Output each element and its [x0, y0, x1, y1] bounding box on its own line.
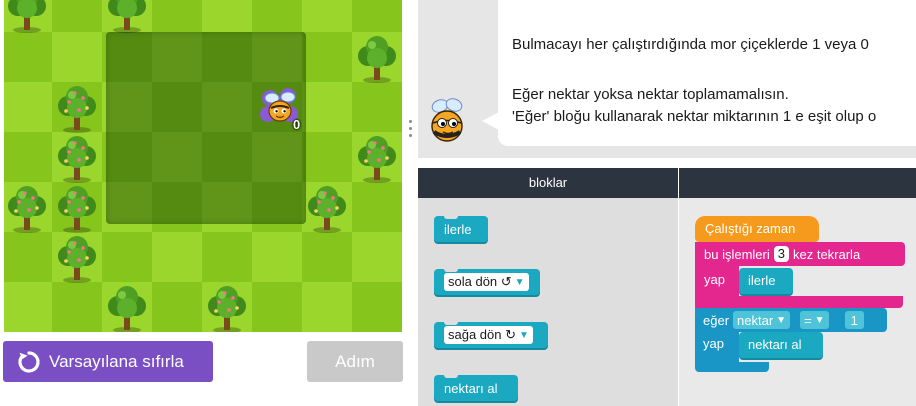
instruction-line-2: Eğer nektar yoksa nektar toplamamalısın. [512, 86, 789, 103]
grass-cell [302, 0, 352, 32]
tree-icon [58, 186, 96, 233]
grass-cell [252, 232, 302, 282]
bee-icon [431, 98, 463, 142]
grass-cell [52, 32, 102, 82]
grass-cell [252, 0, 302, 32]
grass-cell [352, 282, 402, 332]
nectar-counter: 0 [293, 117, 301, 132]
repeat-do-label: yap [695, 266, 739, 296]
grass-cell [302, 82, 352, 132]
triangle-down-icon: ▼ [519, 329, 529, 341]
reset-button-label: Varsayılana sıfırla [49, 351, 184, 371]
grass-cell [4, 32, 52, 82]
grass-cell [152, 232, 202, 282]
step-button-label: Adım [335, 351, 375, 371]
tree-icon [108, 0, 146, 33]
refresh-icon [18, 350, 40, 373]
triangle-down-icon: ▼ [814, 314, 825, 326]
grass-cell [302, 232, 352, 282]
grass-cell [152, 282, 202, 332]
grass-cell [4, 232, 52, 282]
instruction-line-1: Bulmacayı her çalıştırdığında mor çiçekl… [512, 36, 869, 53]
repeat-count-field[interactable]: 3 [773, 246, 789, 262]
tree-icon [358, 36, 396, 83]
grass-cell [302, 282, 352, 332]
grass-cell [352, 182, 402, 232]
triangle-down-icon: ▼ [776, 314, 787, 326]
block-label: nektarı al [444, 380, 498, 396]
turn-direction-dropdown[interactable]: sola dön ↺ ▼ [444, 273, 529, 291]
dropdown-value: sağa dön ↻ [448, 327, 516, 342]
grass-cell [52, 282, 102, 332]
if-do-label: yap [695, 332, 739, 362]
dropdown-value: sola dön ↺ [448, 274, 512, 289]
toolbox-header: bloklar [418, 168, 678, 198]
toolbox-collect-nectar-block[interactable]: nektarı al [434, 374, 518, 401]
grass-cell [4, 82, 52, 132]
grass-cell [102, 232, 152, 282]
tree-icon [58, 236, 96, 283]
tree-icon [108, 286, 146, 332]
dropdown-value: = [804, 312, 812, 328]
block-label: ilerle [444, 221, 472, 237]
grass-cell [4, 282, 52, 332]
tree-icon [8, 186, 46, 233]
triangle-down-icon: ▼ [514, 276, 525, 288]
turn-direction-dropdown[interactable]: sağa dön ↻ ▼ [444, 326, 533, 344]
repeat-block[interactable]: bu işlemleri 3 kez tekrarla [695, 242, 905, 266]
grass-cell [302, 32, 352, 82]
dropdown-value: nektar [737, 312, 774, 328]
toolbox-turn-left-block[interactable]: sola dön ↺ ▼ [434, 268, 540, 295]
repeat-prefix: bu işlemleri [704, 246, 770, 262]
bubble-tail [482, 112, 499, 130]
toolbox-turn-right-block[interactable]: sağa dön ↻ ▼ [434, 321, 548, 348]
tree-icon [208, 286, 246, 332]
if-subject-dropdown[interactable]: nektar ▼ [733, 311, 791, 329]
if-block-bottom [695, 362, 769, 372]
toolbox-move-forward-block[interactable]: ilerle [434, 215, 488, 242]
panel-divider[interactable] [404, 0, 418, 406]
cut-off-text [608, 0, 758, 4]
reset-button[interactable]: Varsayılana sıfırla [3, 341, 213, 382]
grass-cell [352, 232, 402, 282]
repeat-suffix: kez tekrarla [792, 246, 861, 262]
maze-game-area: 0 [4, 0, 404, 332]
grass-cell [52, 0, 102, 32]
step-button[interactable]: Adım [307, 341, 403, 382]
grass-cell [4, 132, 52, 182]
grass-cell [302, 132, 352, 182]
grass-cell [202, 0, 252, 32]
if-block[interactable]: eğer nektar ▼ = ▼ 1 [695, 308, 887, 332]
tree-icon [58, 136, 96, 183]
grass-cell [352, 82, 402, 132]
workspace-header [679, 168, 916, 198]
grass-cell [152, 0, 202, 32]
workspace-move-forward-block[interactable]: ilerle [739, 268, 793, 294]
if-operator-dropdown[interactable]: = ▼ [800, 311, 829, 329]
tree-icon [8, 0, 46, 33]
tree-icon [58, 86, 96, 133]
instruction-line-3: 'Eğer' bloğu kullanarak nektar miktarını… [512, 108, 877, 125]
grass-cell [352, 0, 402, 32]
tree-icon [358, 136, 396, 183]
when-run-block[interactable]: Çalıştığı zaman [695, 216, 819, 242]
grass-cell [202, 232, 252, 282]
workspace-collect-nectar-block[interactable]: nektarı al [739, 332, 823, 358]
repeat-block-bottom [695, 296, 903, 308]
tree-icon [308, 186, 346, 233]
if-label: eğer [703, 312, 730, 328]
drag-handle-icon[interactable] [409, 120, 413, 142]
grass-cell [252, 282, 302, 332]
if-value-field[interactable]: 1 [844, 311, 864, 329]
